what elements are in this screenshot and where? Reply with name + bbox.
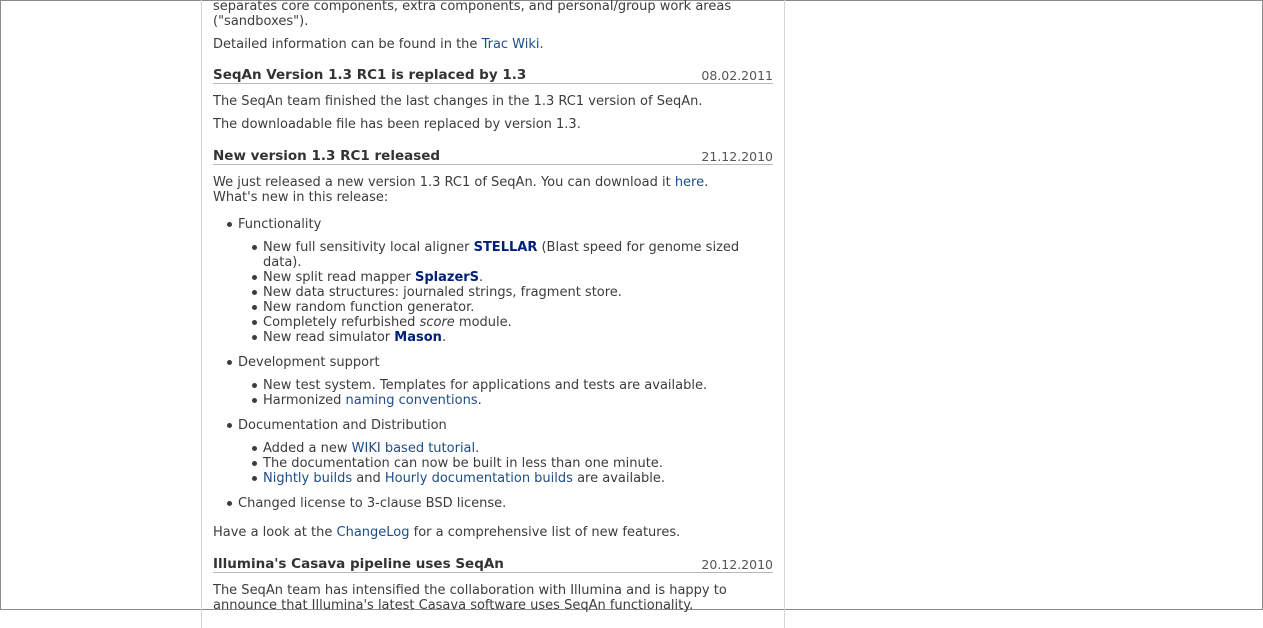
list-item: Added a new WIKI based tutorial.: [263, 441, 479, 456]
bullet-icon: [227, 501, 232, 506]
list-item: Harmonized naming conventions.: [263, 393, 482, 408]
trac-wiki-link[interactable]: Trac Wiki: [482, 37, 540, 52]
intro-line-1: separates core components, extra compone…: [213, 0, 732, 14]
bullet-icon: [252, 320, 257, 325]
bullet-icon: [252, 290, 257, 295]
bullet-icon: [252, 446, 257, 451]
bullet-icon: [252, 461, 257, 466]
list-item: Completely refurbished score module.: [263, 315, 512, 330]
news-paragraph: The SeqAn team finished the last changes…: [213, 94, 703, 109]
stellar-link[interactable]: STELLAR: [474, 240, 538, 255]
list-item-license: Changed license to 3-clause BSD license.: [238, 496, 507, 511]
news-paragraph: announce that Illumina's latest Casava s…: [213, 598, 694, 613]
release-intro-suffix: .: [704, 175, 709, 190]
item-text: Harmonized: [263, 393, 346, 408]
list-item-continuation: data).: [263, 255, 302, 270]
news-item-header: Illumina's Casava pipeline uses SeqAn 20…: [213, 556, 773, 573]
hourly-docs-link[interactable]: Hourly documentation builds: [385, 471, 573, 486]
item-text: New split read mapper: [263, 270, 415, 285]
item-text: .: [475, 441, 480, 456]
list-item: New random function generator.: [263, 300, 475, 315]
release-outro: Have a look at the ChangeLog for a compr…: [213, 525, 680, 540]
changelog-link[interactable]: ChangeLog: [337, 525, 410, 540]
news-date: 20.12.2010: [701, 557, 773, 572]
bullet-icon: [227, 423, 232, 428]
outro-text: Have a look at the: [213, 525, 337, 540]
list-item: The documentation can now be built in le…: [263, 456, 663, 471]
intro-detail-text: Detailed information can be found in the: [213, 37, 482, 52]
list-item-functionality: Functionality: [238, 217, 322, 232]
download-here-link[interactable]: here: [675, 175, 704, 190]
item-text: and: [352, 471, 385, 486]
list-item: New split read mapper SplazerS.: [263, 270, 483, 285]
news-paragraph: The SeqAn team has intensified the colla…: [213, 583, 727, 598]
list-item: New test system. Templates for applicati…: [263, 378, 708, 393]
nightly-builds-link[interactable]: Nightly builds: [263, 471, 352, 486]
bullet-icon: [252, 383, 257, 388]
outro-text: for a comprehensive list of new features…: [409, 525, 681, 540]
splazers-link[interactable]: SplazerS: [415, 270, 479, 285]
news-column: separates core components, extra compone…: [201, 0, 785, 628]
bullet-icon: [252, 275, 257, 280]
news-item-header: SeqAn Version 1.3 RC1 is replaced by 1.3…: [213, 67, 773, 84]
mason-link[interactable]: Mason: [394, 330, 442, 345]
news-paragraph: The downloadable file has been replaced …: [213, 117, 581, 132]
item-text: New full sensitivity local aligner: [263, 240, 474, 255]
intro-detail-suffix: .: [539, 37, 544, 52]
list-item: New full sensitivity local aligner STELL…: [263, 240, 739, 255]
news-date: 21.12.2010: [701, 149, 773, 164]
list-item: New read simulator Mason.: [263, 330, 446, 345]
naming-conventions-link[interactable]: naming conventions: [346, 393, 478, 408]
news-title: New version 1.3 RC1 released: [213, 148, 441, 164]
item-text: Completely refurbished: [263, 315, 420, 330]
list-item-development: Development support: [238, 355, 380, 370]
release-intro: We just released a new version 1.3 RC1 o…: [213, 175, 708, 190]
news-date: 08.02.2011: [701, 68, 773, 83]
news-title: Illumina's Casava pipeline uses SeqAn: [213, 556, 504, 572]
bullet-icon: [252, 245, 257, 250]
bullet-icon: [227, 360, 232, 365]
intro-detail: Detailed information can be found in the…: [213, 37, 544, 52]
news-item-header: New version 1.3 RC1 released 21.12.2010: [213, 148, 773, 165]
news-title: SeqAn Version 1.3 RC1 is replaced by 1.3: [213, 67, 527, 83]
intro-line-2: ("sandboxes").: [213, 14, 309, 29]
bullet-icon: [227, 222, 232, 227]
release-intro-text: We just released a new version 1.3 RC1 o…: [213, 175, 675, 190]
release-intro-line-2: What's new in this release:: [213, 190, 389, 205]
bullet-icon: [252, 305, 257, 310]
wiki-tutorial-link[interactable]: WIKI based tutorial: [352, 441, 475, 456]
item-text: (Blast speed for genome sized: [537, 240, 740, 255]
item-text: Added a new: [263, 441, 352, 456]
item-text: .: [441, 330, 447, 345]
item-text: module.: [454, 315, 512, 330]
bullet-icon: [252, 335, 257, 340]
item-text: are available.: [572, 471, 666, 486]
bullet-icon: [252, 476, 257, 481]
item-text: .: [479, 270, 484, 285]
item-text: .: [477, 393, 482, 408]
list-item: New data structures: journaled strings, …: [263, 285, 622, 300]
list-item-documentation: Documentation and Distribution: [238, 418, 447, 433]
bullet-icon: [252, 398, 257, 403]
item-text: New read simulator: [263, 330, 395, 345]
list-item: Nightly builds and Hourly documentation …: [263, 471, 665, 486]
item-emphasis: score: [419, 315, 455, 330]
